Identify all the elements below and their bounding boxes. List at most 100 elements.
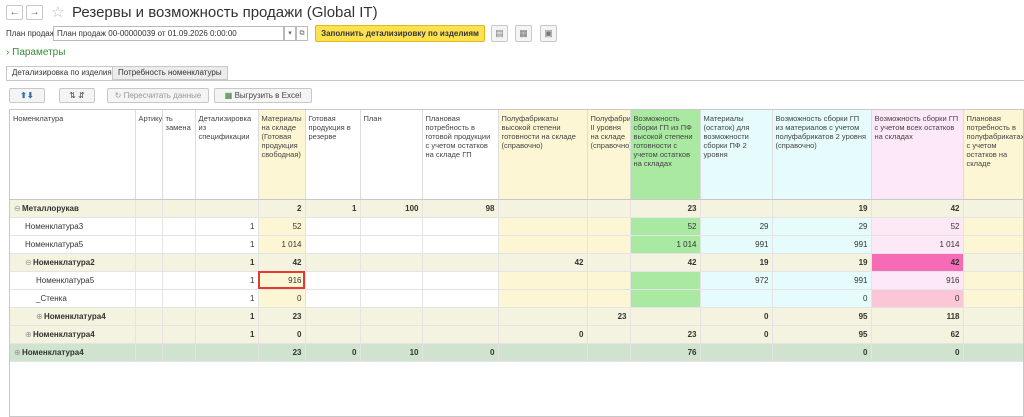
- table-cell[interactable]: 0: [772, 289, 872, 308]
- table-row[interactable]: _Стенка 1 0 0 0: [10, 289, 1023, 308]
- table-cell[interactable]: [360, 253, 423, 272]
- table-cell[interactable]: [135, 199, 163, 218]
- table-cell[interactable]: [700, 289, 773, 308]
- open-icon[interactable]: ⧉: [296, 26, 308, 41]
- table-row[interactable]: ⊖Металлорукав 2 1 100 98 23 19 42: [10, 199, 1023, 218]
- table-cell[interactable]: [305, 325, 361, 344]
- table-cell[interactable]: [422, 235, 499, 254]
- table-cell[interactable]: [963, 235, 1023, 254]
- col-assembly-all[interactable]: Возможность сборки ГП с учетом всех оста…: [871, 110, 964, 200]
- table-cell[interactable]: 95: [772, 307, 872, 326]
- col-semi-high[interactable]: Полуфабрикаты высокой степени готовности…: [498, 110, 588, 200]
- document-icon[interactable]: ▤: [491, 25, 508, 42]
- table-cell[interactable]: [360, 235, 423, 254]
- table-cell[interactable]: 1 014: [258, 235, 306, 254]
- table-cell[interactable]: 1 014: [871, 235, 964, 254]
- table-cell[interactable]: [963, 253, 1023, 272]
- table-cell[interactable]: [963, 325, 1023, 344]
- table-cell[interactable]: [162, 217, 196, 236]
- row-name-cell[interactable]: ⊖Номенклатура2: [10, 253, 136, 272]
- table-cell[interactable]: 52: [871, 217, 964, 236]
- tab-requirements[interactable]: Потребность номенклатуры: [112, 66, 228, 80]
- table-cell[interactable]: [498, 271, 588, 290]
- table-cell[interactable]: [162, 307, 196, 326]
- col-reserved[interactable]: Готовая продукция в резерве: [305, 110, 361, 200]
- table-cell[interactable]: 42: [871, 199, 964, 218]
- table-cell[interactable]: [498, 343, 588, 362]
- table-cell[interactable]: [700, 199, 773, 218]
- table-cell[interactable]: 62: [871, 325, 964, 344]
- table-cell[interactable]: [630, 307, 701, 326]
- row-name-cell[interactable]: Номенклатура5: [10, 271, 136, 290]
- table-cell[interactable]: 42: [871, 253, 964, 272]
- calendar-icon[interactable]: ▣: [540, 25, 557, 42]
- table-cell[interactable]: [587, 199, 631, 218]
- table-cell[interactable]: [498, 217, 588, 236]
- table-cell[interactable]: 19: [700, 253, 773, 272]
- col-assembly-semi[interactable]: Возможность сборки ГП из ПФ высокой степ…: [630, 110, 701, 200]
- table-cell[interactable]: [135, 325, 163, 344]
- col-replacement[interactable]: ть замена: [162, 110, 196, 200]
- table-cell[interactable]: 10: [360, 343, 423, 362]
- table-cell[interactable]: 916: [258, 271, 306, 290]
- table-cell[interactable]: [587, 325, 631, 344]
- table-cell[interactable]: [305, 217, 361, 236]
- back-button[interactable]: ←: [6, 5, 23, 20]
- table-cell[interactable]: 0: [871, 289, 964, 308]
- col-planned-need[interactable]: Плановая потребность в готовой продукции…: [422, 110, 499, 200]
- table-cell[interactable]: 42: [630, 253, 701, 272]
- table-cell[interactable]: [422, 307, 499, 326]
- table-row[interactable]: Номенклатура5 1 1 014 1 014 991 991 1 014: [10, 235, 1023, 254]
- table-cell[interactable]: 76: [630, 343, 701, 362]
- table-cell[interactable]: [305, 271, 361, 290]
- table-cell[interactable]: [162, 289, 196, 308]
- table-cell[interactable]: [135, 217, 163, 236]
- table-cell[interactable]: 1: [195, 289, 259, 308]
- table-cell[interactable]: 118: [871, 307, 964, 326]
- table-cell[interactable]: 100: [360, 199, 423, 218]
- table-row[interactable]: ⊕Номенклатура4 23 0 10 0 76 0 0: [10, 343, 1023, 362]
- table-cell[interactable]: [135, 289, 163, 308]
- table-cell[interactable]: [422, 217, 499, 236]
- table-cell[interactable]: [587, 271, 631, 290]
- table-cell[interactable]: [135, 307, 163, 326]
- table-cell[interactable]: [422, 271, 499, 290]
- table-cell[interactable]: [305, 235, 361, 254]
- table-cell[interactable]: 23: [258, 343, 306, 362]
- col-spec-detail[interactable]: Детализировка из спецификации: [195, 110, 259, 200]
- table-cell[interactable]: [498, 199, 588, 218]
- table-cell[interactable]: [162, 235, 196, 254]
- plan-input[interactable]: План продаж 00-00000039 от 01.09.2026 0:…: [53, 26, 284, 41]
- table-cell[interactable]: 0: [700, 307, 773, 326]
- table-cell[interactable]: 19: [772, 199, 872, 218]
- favorite-star-icon[interactable]: ☆: [51, 3, 64, 21]
- table-cell[interactable]: 0: [422, 343, 499, 362]
- table-cell[interactable]: 19: [772, 253, 872, 272]
- table-cell[interactable]: 916: [871, 271, 964, 290]
- table-cell[interactable]: [195, 199, 259, 218]
- table-cell[interactable]: 1: [195, 253, 259, 272]
- row-name-cell[interactable]: Номенклатура3: [10, 217, 136, 236]
- table-cell[interactable]: [162, 343, 196, 362]
- table-cell[interactable]: [963, 289, 1023, 308]
- table-cell[interactable]: [498, 235, 588, 254]
- tab-details[interactable]: Детализировка по изделиям: [6, 66, 124, 80]
- table-cell[interactable]: [498, 307, 588, 326]
- table-cell[interactable]: 0: [498, 325, 588, 344]
- expand-icon[interactable]: ⊕: [36, 312, 44, 321]
- sort-icon[interactable]: ⇅ ⇵: [59, 88, 95, 103]
- table-cell[interactable]: 42: [498, 253, 588, 272]
- table-row[interactable]: ⊖Номенклатура2 1 42 42 42 19 19 42: [10, 253, 1023, 272]
- table-cell[interactable]: 1: [195, 217, 259, 236]
- table-cell[interactable]: [305, 289, 361, 308]
- table-cell[interactable]: [422, 289, 499, 308]
- table-cell[interactable]: [135, 343, 163, 362]
- table-cell[interactable]: [162, 325, 196, 344]
- table-cell[interactable]: [587, 217, 631, 236]
- table-cell[interactable]: [195, 343, 259, 362]
- table-cell[interactable]: 42: [258, 253, 306, 272]
- table-cell[interactable]: [135, 235, 163, 254]
- table-cell[interactable]: [963, 307, 1023, 326]
- table-row[interactable]: ⊕Номенклатура4 1 23 23 0 95 118: [10, 307, 1023, 326]
- move-up-down-icon[interactable]: ⬆⬇: [9, 88, 45, 103]
